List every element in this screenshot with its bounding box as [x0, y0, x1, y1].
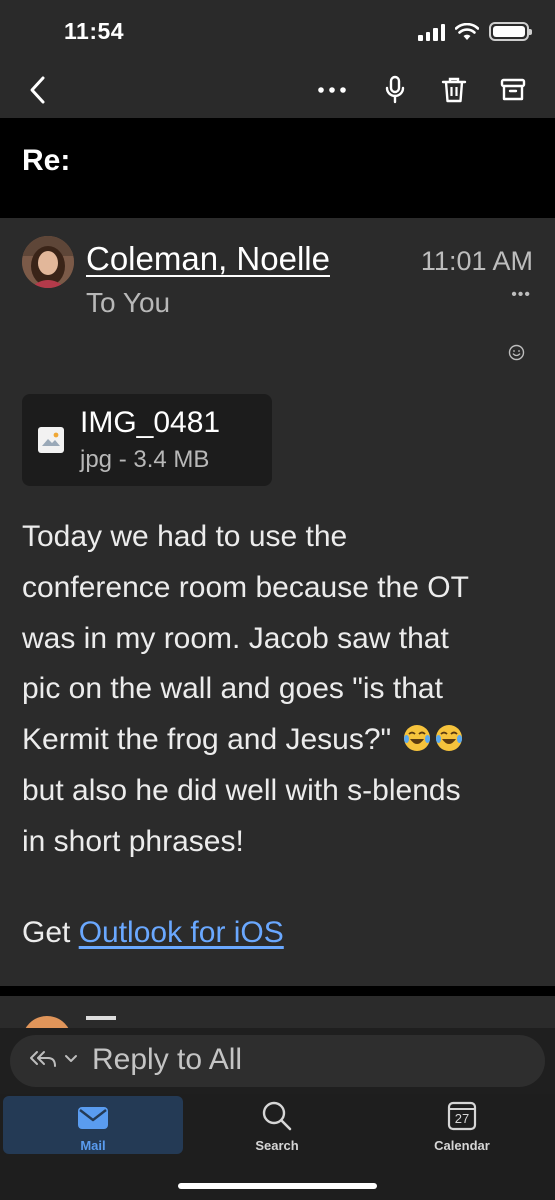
tab-search-label: Search: [255, 1138, 299, 1153]
thread-divider: [0, 986, 555, 996]
ellipsis-icon: [318, 87, 346, 93]
tab-mail-label: Mail: [80, 1138, 106, 1153]
reply-all-icon: [30, 1051, 56, 1067]
delete-button[interactable]: [434, 70, 474, 110]
calendar-date-badge: 27: [454, 1111, 470, 1126]
tab-calendar[interactable]: 27 Calendar: [372, 1096, 552, 1154]
reply-options-button[interactable]: [28, 1048, 78, 1070]
reply-all-bar[interactable]: [10, 1035, 545, 1087]
back-button[interactable]: [18, 70, 58, 110]
body-line: Today we had to use the: [22, 520, 348, 553]
status-time: 11:54: [64, 18, 125, 44]
body-line: was in my room. Jacob saw that: [22, 621, 449, 655]
trash-icon: [441, 77, 467, 103]
body-line-with-emoji: Kermit the frog and Jesus?": [22, 715, 537, 766]
message-time: 11:01 AM: [420, 246, 533, 276]
email-subject: Re:: [22, 144, 71, 177]
avatar-photo: [22, 236, 74, 288]
attachment-name: IMG_0481: [80, 406, 221, 439]
dictate-button[interactable]: [375, 70, 415, 110]
signature-prefix: Get: [22, 916, 79, 949]
tab-mail[interactable]: Mail: [3, 1096, 183, 1154]
tab-calendar-label: Calendar: [434, 1138, 490, 1153]
next-sender-name: [86, 1016, 116, 1026]
chevron-left-icon: [30, 76, 45, 104]
status-icons: [418, 22, 532, 41]
chevron-down-icon: [65, 1055, 77, 1062]
message-body: Today we had to use the conference room …: [22, 512, 537, 868]
body-line: in short phrases!: [22, 824, 244, 858]
more-actions-button[interactable]: [312, 70, 352, 110]
attachment-card[interactable]: IMG_0481 jpg - 3.4 MB: [22, 394, 272, 486]
laughing-emoji-icon: [435, 725, 462, 752]
home-indicator: [178, 1183, 377, 1189]
search-icon: [262, 1101, 292, 1131]
reaction-smiley-icon[interactable]: [508, 344, 525, 361]
microphone-icon: [385, 75, 405, 104]
archive-button[interactable]: [493, 70, 533, 110]
image-file-icon: [38, 427, 64, 453]
tab-search[interactable]: Search: [187, 1096, 367, 1154]
next-message-card[interactable]: [0, 996, 555, 1030]
calendar-icon: 27: [447, 1101, 477, 1131]
reply-to-all-label[interactable]: Reply to All: [92, 1043, 242, 1077]
wifi-icon: [455, 22, 479, 40]
laughing-emoji-icon: [403, 725, 430, 752]
attachment-meta: jpg - 3.4 MB: [80, 446, 210, 473]
sender-avatar[interactable]: [22, 236, 74, 288]
sender-name[interactable]: Coleman, Noelle: [86, 240, 330, 278]
body-line: pic on the wall and goes "is that: [22, 672, 443, 706]
body-line: but also he did well with s-blends: [22, 773, 461, 807]
body-line: Kermit the frog and Jesus?": [22, 723, 392, 757]
battery-icon: [489, 22, 532, 41]
outlook-for-ios-link[interactable]: Outlook for iOS: [79, 916, 284, 949]
message-more-button[interactable]: •••: [511, 286, 531, 304]
recipients-line[interactable]: To You: [86, 287, 170, 319]
body-line: conference room because the OT: [22, 570, 469, 604]
mail-icon: [78, 1107, 108, 1129]
subject-bar: [0, 118, 555, 218]
email-signature: Get Outlook for iOS: [22, 916, 284, 950]
cellular-signal-icon: [418, 23, 445, 41]
archive-icon: [500, 78, 526, 101]
